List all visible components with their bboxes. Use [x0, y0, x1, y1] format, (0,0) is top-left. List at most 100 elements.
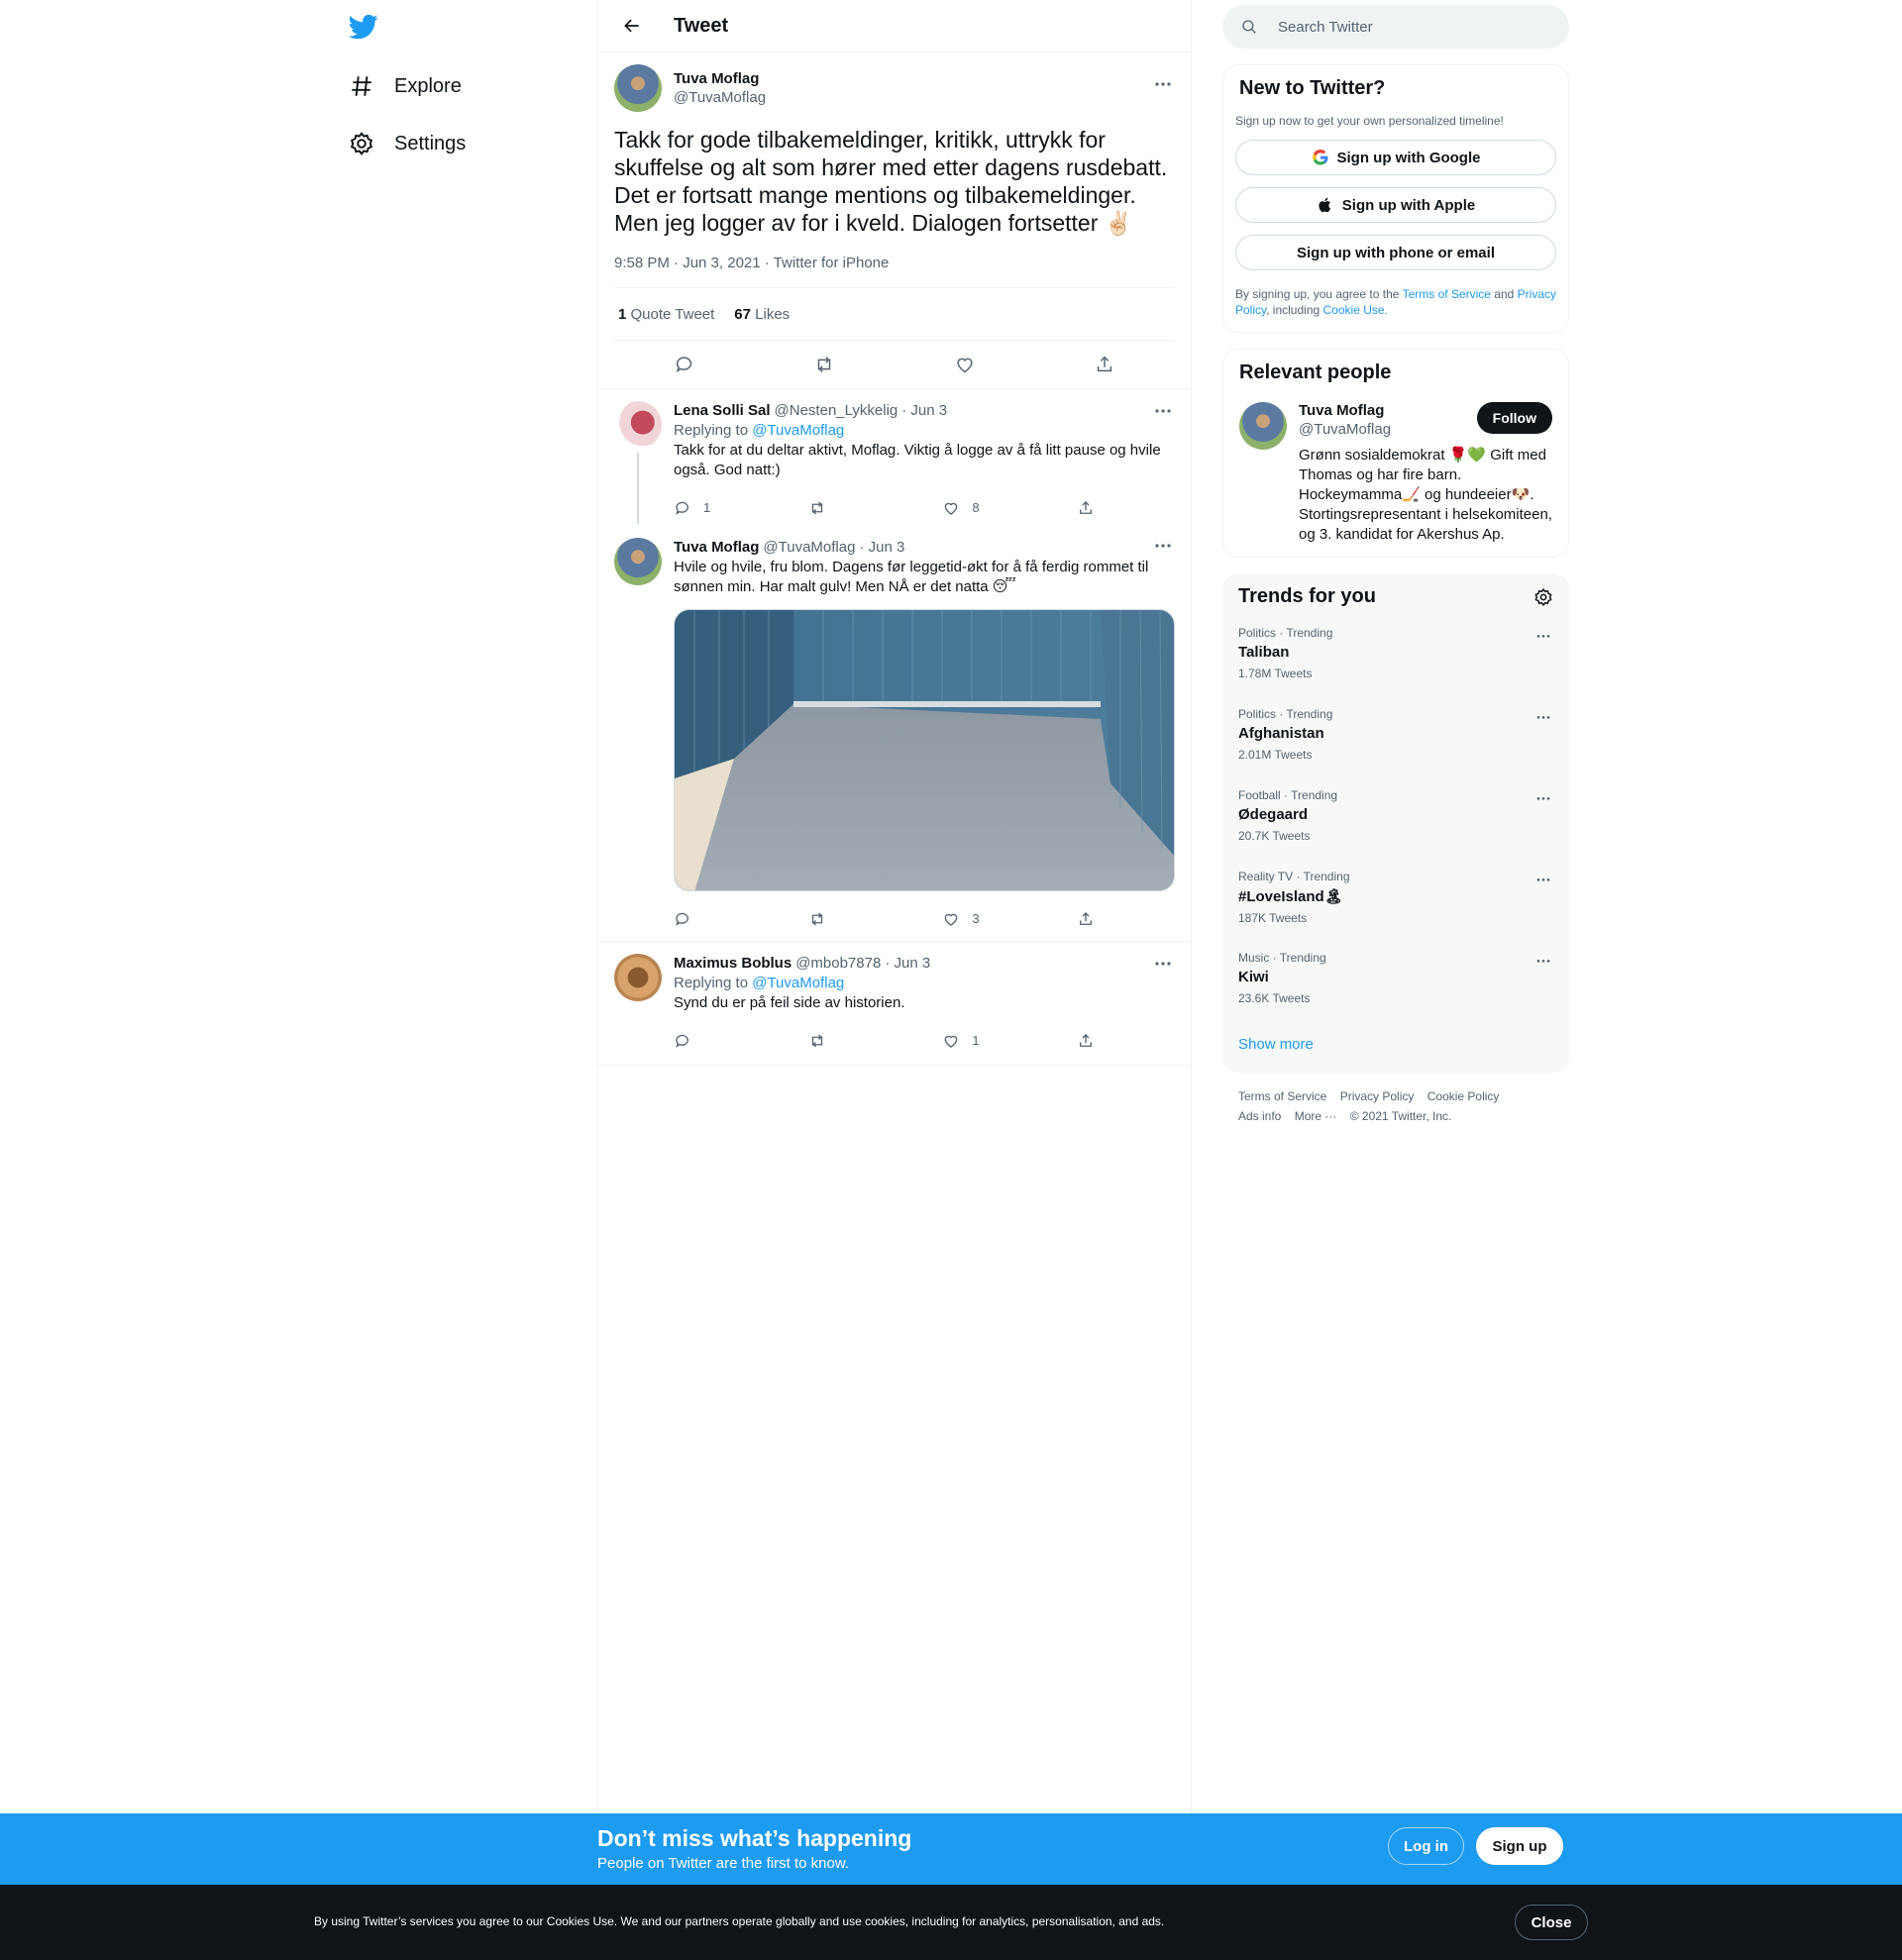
- reply-author-name[interactable]: Lena Solli Sal: [674, 401, 771, 421]
- footer-terms-link[interactable]: Terms of Service: [1238, 1089, 1326, 1103]
- avatar[interactable]: [614, 954, 662, 1001]
- reply-date[interactable]: · Jun 3: [901, 401, 947, 421]
- like-icon[interactable]: [954, 354, 976, 375]
- trend-item[interactable]: Politics · Trending Afghanistan 2.01M Tw…: [1222, 697, 1569, 778]
- reply-tweet[interactable]: Tuva Moflag @TuvaMoflag · Jun 3 Hvile og…: [598, 524, 1191, 941]
- share-button[interactable]: [1077, 910, 1095, 928]
- reply-icon[interactable]: [674, 354, 695, 375]
- tweet-timestamp[interactable]: 9:58 PM · Jun 3, 2021 · Twitter for iPho…: [614, 255, 1175, 288]
- share-button[interactable]: [1077, 1032, 1095, 1050]
- like-button[interactable]: 1: [942, 1031, 1002, 1051]
- trend-context: Politics · Trending: [1238, 626, 1333, 640]
- share-icon: [1077, 499, 1095, 517]
- reply-author-handle[interactable]: @TuvaMoflag: [763, 538, 855, 558]
- footer-cookie-link[interactable]: Cookie Policy: [1427, 1089, 1500, 1103]
- back-button[interactable]: [614, 8, 650, 44]
- signup-legal: By signing up, you agree to the Terms of…: [1235, 286, 1556, 318]
- nav-explore[interactable]: Explore: [349, 66, 462, 106]
- reply-icon: [674, 499, 691, 517]
- follow-button[interactable]: Follow: [1476, 402, 1552, 434]
- nav-settings-label: Settings: [394, 132, 467, 155]
- reply-count: 1: [703, 500, 711, 515]
- reply-header: Maximus Boblus @mbob7878 · Jun 3: [674, 954, 1175, 974]
- more-options-icon[interactable]: [1533, 628, 1553, 648]
- trend-name: Ødegaard: [1238, 806, 1309, 823]
- like-button[interactable]: 3: [942, 909, 1002, 929]
- like-icon: [942, 499, 960, 517]
- tweet-photo[interactable]: [674, 609, 1175, 891]
- trend-count: 20.7K Tweets: [1238, 829, 1311, 843]
- footer-ads-link[interactable]: Ads info: [1238, 1109, 1281, 1123]
- reply-author-name[interactable]: Maximus Boblus: [674, 954, 792, 974]
- search-input[interactable]: Search Twitter: [1278, 19, 1373, 36]
- replying-to-link[interactable]: @TuvaMoflag: [752, 975, 844, 991]
- reply-tweet[interactable]: Maximus Boblus @mbob7878 · Jun 3 Replyin…: [598, 941, 1191, 1066]
- login-button[interactable]: Log in: [1388, 1827, 1464, 1865]
- avatar[interactable]: [614, 401, 662, 449]
- reply-tweet[interactable]: Lena Solli Sal @Nesten_Lykkelig · Jun 3 …: [598, 388, 1191, 524]
- replying-prefix: Replying to: [674, 975, 749, 991]
- show-more-link[interactable]: Show more: [1222, 1022, 1569, 1073]
- more-options-icon[interactable]: [1151, 536, 1175, 556]
- reply-author-name[interactable]: Tuva Moflag: [674, 538, 759, 558]
- reply-button[interactable]: 1: [674, 498, 733, 518]
- trend-item[interactable]: Music · Trending Kiwi 23.6K Tweets: [1222, 941, 1569, 1022]
- signup-button[interactable]: Sign up: [1476, 1827, 1563, 1865]
- reply-icon: [674, 1032, 691, 1050]
- trend-item[interactable]: Football · Trending Ødegaard 20.7K Tweet…: [1222, 778, 1569, 860]
- more-options-icon[interactable]: [1533, 872, 1553, 891]
- reply-left-col: [614, 401, 662, 524]
- reply-button[interactable]: [674, 1032, 733, 1050]
- share-button[interactable]: [1077, 499, 1095, 517]
- avatar[interactable]: [614, 64, 662, 112]
- reply-author-handle[interactable]: @Nesten_Lykkelig: [775, 401, 898, 421]
- reply-button[interactable]: [674, 910, 733, 928]
- person-cell[interactable]: Tuva Moflag @TuvaMoflag Grønn sosialdemo…: [1223, 384, 1568, 557]
- author-handle[interactable]: @TuvaMoflag: [674, 89, 766, 106]
- gear-icon[interactable]: [1533, 587, 1553, 607]
- avatar[interactable]: [614, 538, 662, 585]
- trend-context: Music · Trending: [1238, 951, 1326, 965]
- more-options-icon[interactable]: [1151, 74, 1175, 94]
- right-sidebar: Search Twitter New to Twitter? Sign up n…: [1222, 0, 1569, 1140]
- cookie-link[interactable]: Cookie Use.: [1323, 303, 1388, 317]
- trend-item[interactable]: Politics · Trending Taliban 1.78M Tweets: [1222, 616, 1569, 697]
- footer-privacy-link[interactable]: Privacy Policy: [1340, 1089, 1415, 1103]
- retweet-button[interactable]: [808, 499, 868, 517]
- twitter-logo-icon[interactable]: [349, 12, 378, 42]
- search-box[interactable]: Search Twitter: [1222, 5, 1569, 49]
- avatar[interactable]: [1239, 402, 1287, 450]
- more-options-icon[interactable]: [1533, 953, 1553, 973]
- signup-google-button[interactable]: Sign up with Google: [1235, 140, 1556, 175]
- more-options-icon[interactable]: [1533, 709, 1553, 729]
- author-name[interactable]: Tuva Moflag: [674, 70, 766, 87]
- likes-stat[interactable]: 67 Likes: [734, 306, 790, 323]
- trend-item[interactable]: Reality TV · Trending #LoveIsland🏝 187K …: [1222, 860, 1569, 941]
- more-options-icon[interactable]: [1151, 401, 1175, 421]
- footer-more-link[interactable]: More ···: [1295, 1109, 1337, 1123]
- trends-card: Trends for you Politics · Trending Talib…: [1222, 573, 1569, 1073]
- replying-to-link[interactable]: @TuvaMoflag: [752, 422, 844, 439]
- reply-date[interactable]: · Jun 3: [885, 954, 930, 974]
- share-icon: [1077, 1032, 1095, 1050]
- reply-date[interactable]: · Jun 3: [859, 538, 904, 558]
- retweet-button[interactable]: [808, 910, 868, 928]
- trend-name: Afghanistan: [1238, 725, 1324, 742]
- retweet-icon[interactable]: [813, 354, 835, 375]
- reply-author-handle[interactable]: @mbob7878: [795, 954, 881, 974]
- like-button[interactable]: 8: [942, 498, 1002, 518]
- cookie-close-button[interactable]: Close: [1515, 1905, 1588, 1940]
- more-options-icon[interactable]: [1533, 790, 1553, 810]
- nav-settings[interactable]: Settings: [349, 124, 466, 163]
- share-icon[interactable]: [1094, 354, 1115, 375]
- more-options-icon[interactable]: [1151, 954, 1175, 974]
- signup-apple-label: Sign up with Apple: [1341, 196, 1476, 214]
- retweet-button[interactable]: [808, 1032, 868, 1050]
- quote-tweets-stat[interactable]: 1 Quote Tweet: [618, 306, 714, 323]
- like-count: 1: [972, 1033, 980, 1048]
- cookie-text: By using Twitter’s services you agree to…: [314, 1914, 1165, 1928]
- signup-phone-button[interactable]: Sign up with phone or email: [1235, 235, 1556, 270]
- reply-actions: 1 8: [674, 492, 1095, 524]
- signup-apple-button[interactable]: Sign up with Apple: [1235, 187, 1556, 223]
- terms-link[interactable]: Terms of Service: [1403, 287, 1491, 301]
